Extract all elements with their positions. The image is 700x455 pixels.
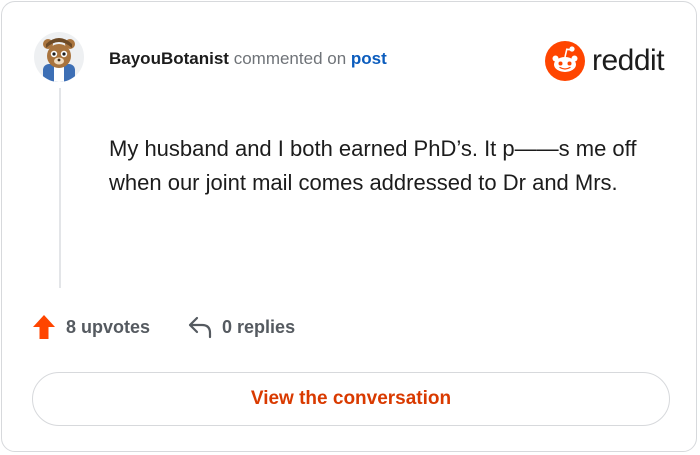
replies-count: 0 replies (222, 316, 296, 337)
view-conversation-button[interactable]: View the conversation (32, 372, 670, 426)
reddit-logo[interactable]: reddit (545, 40, 665, 82)
post-link[interactable]: post (351, 49, 387, 68)
comment-body: My husband and I both earned PhD’s. It p… (109, 136, 637, 195)
comment-header: BayouBotanist commented on post (109, 49, 387, 69)
author-username[interactable]: BayouBotanist (109, 49, 229, 68)
comment-action-text: commented on (233, 49, 347, 68)
reddit-wordmark: reddit (592, 44, 665, 77)
comment-stats: 8 upvotes 0 replies (32, 314, 295, 340)
replies-stat[interactable]: 0 replies (187, 315, 295, 339)
upvotes-stat[interactable]: 8 upvotes (32, 314, 150, 340)
arrow-up-icon (33, 315, 55, 339)
user-avatar[interactable] (34, 32, 84, 82)
thread-line (59, 88, 61, 288)
avatar-icon (43, 38, 75, 82)
embedded-comment-card: BayouBotanist commented on post reddit M… (1, 1, 697, 452)
reply-arrow-icon (188, 316, 212, 339)
upvotes-count: 8 upvotes (66, 316, 151, 337)
reddit-snoo-icon (545, 41, 585, 81)
